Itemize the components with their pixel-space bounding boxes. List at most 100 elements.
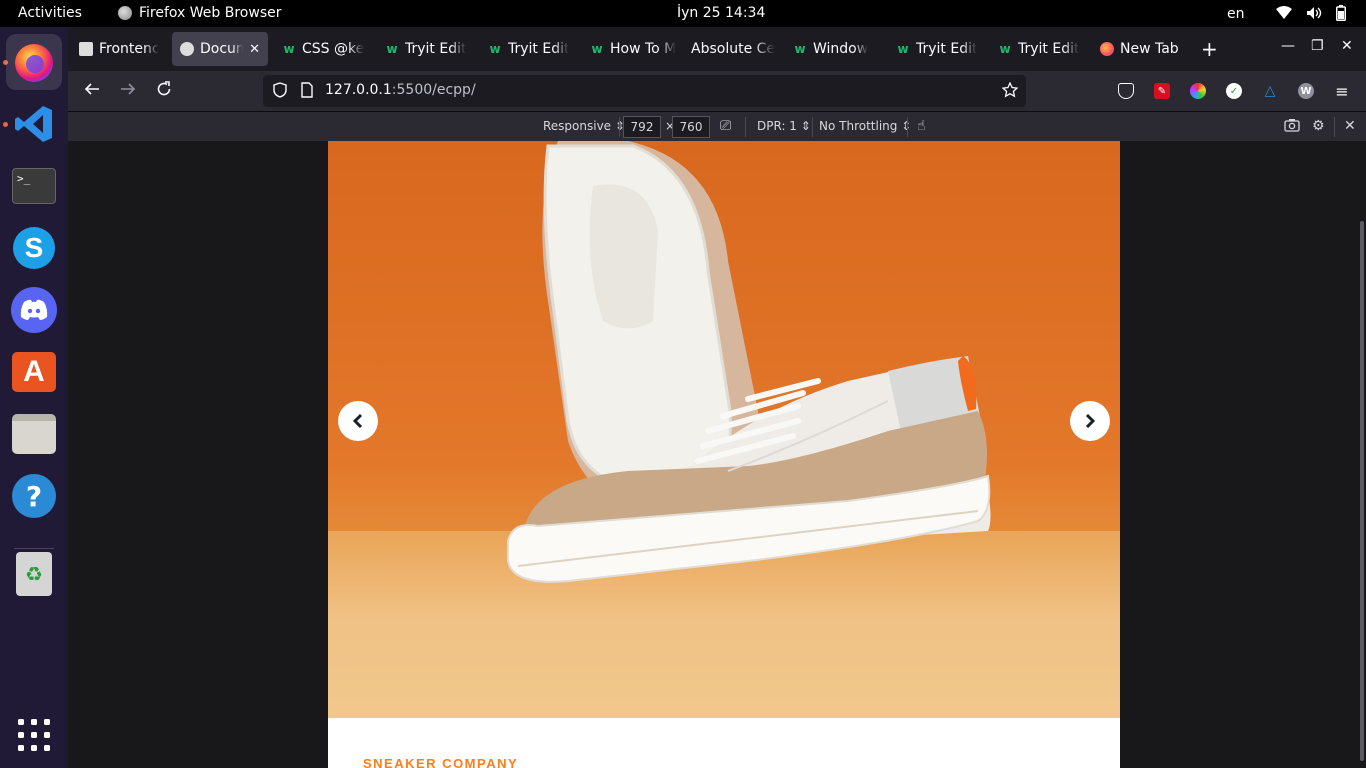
- divider: [1334, 117, 1335, 137]
- address-bar[interactable]: 127.0.0.1:5500/ecpp/: [263, 75, 1026, 107]
- color-picker-icon[interactable]: [1190, 83, 1206, 99]
- tab-window[interactable]: w Window: [785, 32, 887, 66]
- help-icon: ?: [12, 474, 56, 518]
- close-tab-icon[interactable]: ✕: [249, 42, 260, 57]
- vscode-icon: [15, 106, 52, 142]
- extension-blue-icon[interactable]: △: [1262, 83, 1278, 99]
- carousel-previous-button[interactable]: [338, 401, 378, 441]
- firefox-window: Frontenc Docum ✕ w CSS @ke w Tryit Edit …: [68, 27, 1366, 768]
- tab-absolute-center[interactable]: Absolute Ce: [683, 32, 783, 66]
- carousel-next-button[interactable]: [1070, 401, 1110, 441]
- touch-simulation-icon[interactable]: ☝: [917, 118, 926, 134]
- clock[interactable]: İyn 25 14:34: [677, 5, 765, 21]
- firefox-icon: [118, 6, 132, 20]
- bookmark-star-icon[interactable]: [1001, 81, 1019, 102]
- pocket-icon[interactable]: [1118, 83, 1134, 99]
- divider: [619, 117, 620, 137]
- dock-help[interactable]: ?: [6, 468, 62, 524]
- navigation-toolbar: 127.0.0.1:5500/ecpp/ ✎ ✓ △ W ≡: [68, 71, 1366, 111]
- extension-red-icon[interactable]: ✎: [1154, 83, 1170, 99]
- minimize-icon[interactable]: —: [1281, 38, 1295, 54]
- wifi-icon: [1276, 6, 1292, 19]
- forward-arrow-icon: [121, 83, 136, 95]
- dock-discord[interactable]: [6, 282, 62, 338]
- tab-css-keyframes[interactable]: w CSS @ke: [274, 32, 376, 66]
- terminal-icon: >_: [12, 168, 56, 204]
- firefox-icon: [15, 44, 53, 82]
- tab-document[interactable]: Docum ✕: [172, 32, 268, 66]
- w3schools-icon: w: [386, 42, 398, 56]
- sneaker-image: [507, 141, 991, 583]
- responsive-viewport: SNEAKER COMPANY: [68, 141, 1366, 768]
- app-store-icon: A: [12, 352, 56, 392]
- back-arrow-icon: [84, 83, 99, 95]
- dock-firefox[interactable]: [6, 34, 62, 90]
- viewport-height-input[interactable]: 760: [672, 116, 710, 138]
- tab-label: Absolute Ce: [691, 41, 775, 57]
- viewport-width-input[interactable]: 792: [623, 116, 661, 138]
- app-menu[interactable]: Firefox Web Browser: [118, 5, 282, 21]
- dock: >_ S A ? ♻: [0, 27, 68, 768]
- tab-label: Tryit Edit: [405, 41, 467, 57]
- reload-button[interactable]: [154, 81, 174, 102]
- viewport-scrollbar[interactable]: [1360, 221, 1364, 761]
- tab-label: CSS @ke: [302, 41, 365, 57]
- reload-icon: [157, 81, 171, 96]
- throttling-selector[interactable]: No Throttling ⇕: [819, 119, 911, 133]
- settings-gear-icon[interactable]: ⚙: [1312, 118, 1325, 134]
- tab-frontend[interactable]: Frontenc: [71, 32, 167, 66]
- tab-label: How To M: [610, 41, 676, 57]
- volume-icon: [1307, 7, 1322, 19]
- show-apps-button[interactable]: [6, 707, 62, 763]
- divider: [907, 117, 908, 137]
- w3schools-icon: w: [999, 42, 1011, 56]
- dock-skype[interactable]: S: [6, 220, 62, 276]
- dock-files[interactable]: [6, 406, 62, 462]
- url-text[interactable]: 127.0.0.1:5500/ecpp/: [325, 82, 476, 98]
- tab-new-tab[interactable]: New Tab: [1092, 32, 1194, 66]
- menu-icon[interactable]: ≡: [1334, 82, 1350, 101]
- rotate-viewport-icon[interactable]: ⎚: [720, 118, 731, 134]
- divider: [812, 117, 813, 137]
- w3schools-icon: w: [794, 42, 806, 56]
- firefox-icon: [1100, 42, 1114, 56]
- grid-icon: [18, 719, 50, 751]
- tab-strip: Frontenc Docum ✕ w CSS @ke w Tryit Edit …: [68, 27, 1366, 71]
- screenshot-icon[interactable]: [1284, 118, 1300, 136]
- dock-software[interactable]: A: [6, 344, 62, 400]
- divider: [745, 117, 746, 137]
- wappalyzer-icon[interactable]: W: [1298, 83, 1314, 99]
- forward-button[interactable]: [118, 81, 138, 102]
- tab-tryit-editor[interactable]: w Tryit Edit: [888, 32, 990, 66]
- activities-button[interactable]: Activities: [18, 5, 82, 21]
- new-tab-button[interactable]: +: [1201, 37, 1218, 61]
- tab-tryit-editor[interactable]: w Tryit Edit: [480, 32, 582, 66]
- dock-trash[interactable]: ♻: [6, 546, 62, 602]
- keyboard-language[interactable]: en: [1227, 6, 1245, 22]
- tab-label: Tryit Edit: [916, 41, 978, 57]
- url-path: :5500/ecpp/: [391, 82, 476, 98]
- dock-vscode[interactable]: [6, 96, 62, 152]
- tab-tryit-editor[interactable]: w Tryit Edit: [377, 32, 479, 66]
- chevron-left-icon: [352, 413, 363, 429]
- system-tray[interactable]: [1276, 5, 1346, 21]
- tracking-protection-icon[interactable]: [273, 82, 287, 102]
- globe-icon: [180, 42, 194, 56]
- extension-green-icon[interactable]: ✓: [1226, 83, 1242, 99]
- w3schools-icon: w: [591, 42, 603, 56]
- close-rdm-icon[interactable]: ✕: [1344, 118, 1356, 134]
- company-name: SNEAKER COMPANY: [363, 756, 519, 768]
- discord-icon: [11, 287, 57, 333]
- skype-icon: S: [13, 227, 55, 269]
- tab-tryit-editor[interactable]: w Tryit Edit: [990, 32, 1092, 66]
- page-info-icon[interactable]: [301, 82, 313, 102]
- device-selector[interactable]: Responsive ⇕: [543, 119, 625, 133]
- close-window-icon[interactable]: ✕: [1341, 38, 1353, 54]
- back-button[interactable]: [82, 81, 102, 102]
- dpr-selector[interactable]: DPR: 1 ⇕: [757, 119, 811, 133]
- tab-label: Docum: [200, 41, 244, 57]
- app-name: Firefox Web Browser: [139, 5, 282, 21]
- tab-how-to[interactable]: w How To M: [582, 32, 684, 66]
- maximize-icon[interactable]: ❐: [1311, 38, 1324, 54]
- dock-terminal[interactable]: >_: [6, 158, 62, 214]
